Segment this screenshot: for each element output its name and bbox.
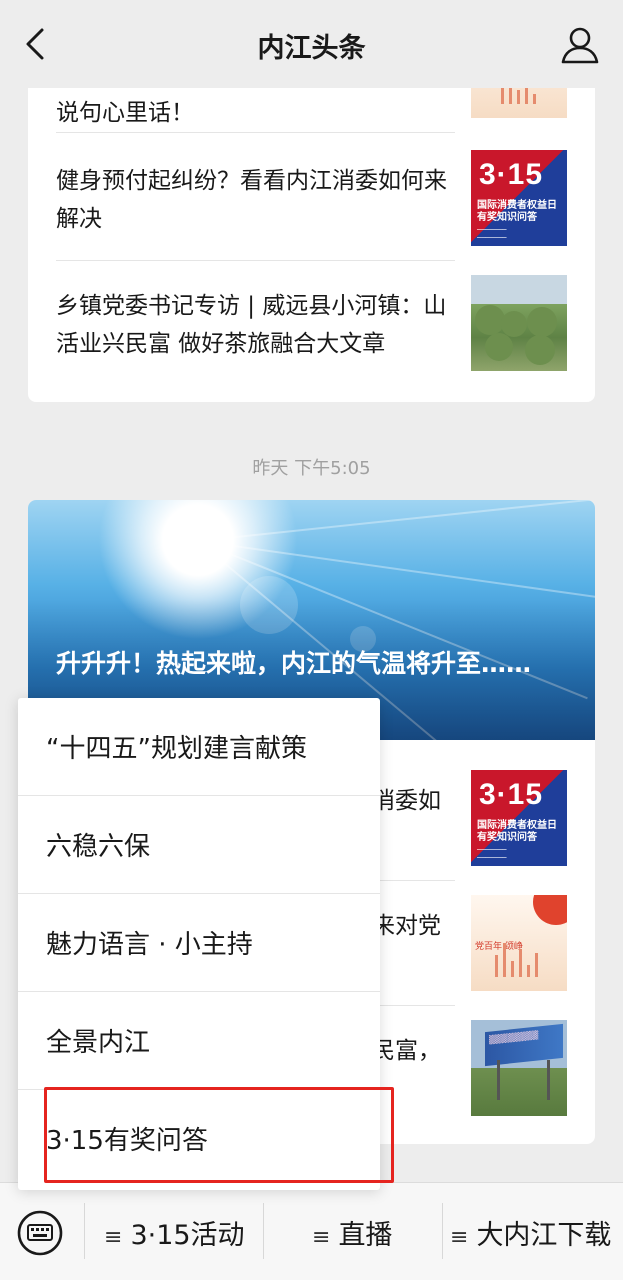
submenu-popup: “十四五”规划建言献策 六稳六保 魅力语言 · 小主持 全景内江 3·15有奖问…: [18, 698, 394, 1190]
article-thumbnail: 3·15 国际消费者权益日 有奖知识问答 ─────── ───────: [471, 770, 567, 866]
timestamp: 昨天 下午5:05: [252, 458, 371, 479]
hero-headline: 升升升！热起来啦，内江的气温将升至……: [56, 649, 532, 678]
thumb-315-text: 3·15: [479, 158, 544, 191]
bottom-menu-item[interactable]: ≡ 大内江下载: [450, 1213, 611, 1253]
bottom-menu-label: 直播: [338, 1220, 393, 1251]
bottom-menu-label: 大内江下载: [476, 1220, 612, 1251]
article-row[interactable]: 乡镇党委书记专访 | 威远县小河镇：山活业兴民富 做好茶旅融合大文章: [28, 261, 595, 386]
thumb-party-text: 党百年 颂峥: [475, 942, 523, 952]
bottom-menu-label: 3·15活动: [130, 1220, 245, 1251]
submenu-item-label: 全景内江: [46, 1028, 151, 1058]
thumb-315-line2: 有奖知识问答: [477, 212, 537, 223]
article-thumbnail: [471, 275, 567, 371]
submenu-item[interactable]: “十四五”规划建言献策: [18, 698, 380, 796]
submenu-item-label: 魅力语言 · 小主持: [46, 930, 253, 960]
submenu-item-label: 六稳六保: [46, 832, 151, 862]
bottom-menu-item[interactable]: ≡ 3·15活动: [104, 1213, 245, 1253]
menu-lines-icon: ≡: [312, 1225, 331, 1250]
bottom-menu-bar: ≡ 3·15活动 ≡ 直播 ≡ 大内江下载: [0, 1182, 623, 1280]
submenu-item[interactable]: 全景内江: [18, 992, 380, 1090]
menu-lines-icon: ≡: [450, 1225, 469, 1250]
profile-person-icon[interactable]: [559, 24, 601, 66]
article-thumbnail: 3·15 国际消费者权益日 有奖知识问答 ─────── ───────: [471, 150, 567, 246]
menu-lines-icon: ≡: [104, 1225, 123, 1250]
submenu-item[interactable]: 魅力语言 · 小主持: [18, 894, 380, 992]
highlight-box: [44, 1087, 394, 1183]
article-thumbnail: 党百年 颂峥: [471, 895, 567, 991]
submenu-item[interactable]: 六稳六保: [18, 796, 380, 894]
article-title: 健身预付起纠纷？看看内江消委如何来解决: [56, 168, 447, 232]
article-card: 说句心里话！ 健身预付起纠纷？看看内江消委如何来解决 3·15 国际消费者权益日…: [28, 60, 595, 402]
keyboard-icon[interactable]: [16, 1209, 64, 1257]
article-title: 乡镇党委书记专访 | 威远县小河镇：山活业兴民富 做好茶旅融合大文章: [56, 293, 447, 357]
page-title: 内江头条: [257, 33, 366, 64]
article-thumbnail: ▒▒▒▒▒▒▒▒: [471, 1020, 567, 1116]
article-row[interactable]: 健身预付起纠纷？看看内江消委如何来解决 3·15 国际消费者权益日 有奖知识问答…: [28, 136, 595, 261]
article-title: 说句心里话！: [56, 100, 194, 126]
submenu-item-label: “十四五”规划建言献策: [46, 734, 307, 764]
bottom-menu-item[interactable]: ≡ 直播: [312, 1213, 392, 1253]
top-nav-bar: 内江头条: [0, 0, 623, 88]
